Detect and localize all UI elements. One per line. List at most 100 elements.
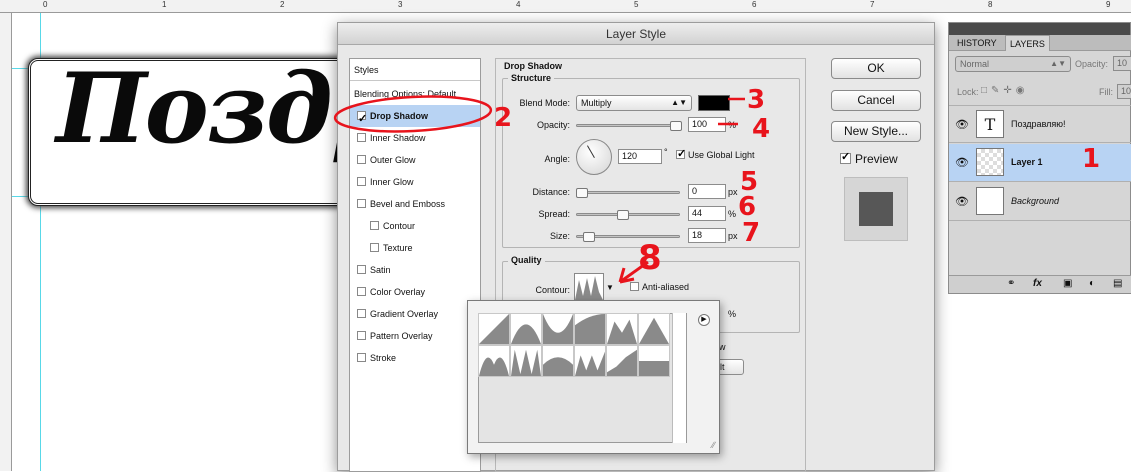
- contour-preset[interactable]: [638, 345, 670, 377]
- contour-thumbnail[interactable]: [574, 273, 604, 301]
- flyout-menu-icon[interactable]: ▶: [698, 314, 710, 326]
- size-slider[interactable]: [576, 232, 680, 242]
- opacity-input[interactable]: 100: [688, 117, 726, 132]
- style-item[interactable]: Color Overlay: [350, 281, 480, 303]
- checkbox-icon[interactable]: [357, 133, 366, 142]
- layer-row-layer1[interactable]: 👁 Layer 1: [949, 144, 1131, 182]
- checkbox-icon[interactable]: [357, 199, 366, 208]
- angle-label: Angle:: [544, 154, 570, 164]
- fx-icon[interactable]: fx: [1033, 278, 1042, 289]
- layer-row-background[interactable]: 👁 Background: [949, 183, 1131, 221]
- eye-icon[interactable]: 👁: [955, 195, 969, 208]
- style-item[interactable]: Gradient Overlay: [350, 303, 480, 325]
- contour-list-scrollbar[interactable]: [672, 313, 686, 443]
- contour-grid: [478, 313, 672, 377]
- contour-preset[interactable]: [574, 345, 606, 377]
- folder-icon[interactable]: ▤: [1113, 278, 1122, 289]
- preview-checkbox[interactable]: Preview: [840, 150, 898, 166]
- checkbox-icon[interactable]: [357, 331, 366, 340]
- style-item[interactable]: Pattern Overlay: [350, 325, 480, 347]
- distance-input[interactable]: 0: [688, 184, 726, 199]
- cancel-button[interactable]: Cancel: [831, 90, 921, 111]
- new-style-button[interactable]: New Style...: [831, 121, 921, 142]
- contour-preset[interactable]: [542, 345, 574, 377]
- opacity-slider-thumb[interactable]: [670, 121, 682, 131]
- ruler-tick: 0: [43, 0, 48, 9]
- adjustment-icon[interactable]: ◐: [1089, 278, 1095, 289]
- anti-aliased-checkbox[interactable]: Anti-aliased: [630, 282, 689, 293]
- style-item[interactable]: Texture: [350, 237, 480, 259]
- panel-titlebar[interactable]: [949, 23, 1130, 35]
- spread-slider-thumb[interactable]: [617, 210, 630, 220]
- checkbox-icon[interactable]: [357, 353, 366, 362]
- checkbox-icon[interactable]: [370, 221, 379, 230]
- contour-preset[interactable]: [606, 345, 638, 377]
- style-item[interactable]: Contour: [350, 215, 480, 237]
- checkbox-icon[interactable]: [357, 287, 366, 296]
- spread-slider[interactable]: [576, 210, 680, 220]
- ruler-tick: 2: [280, 0, 285, 9]
- contour-picker-popup: ▶ ∕∕: [467, 300, 720, 454]
- contour-preset[interactable]: [510, 313, 542, 345]
- contour-preset[interactable]: [510, 345, 542, 377]
- checkbox-checked-icon[interactable]: [676, 147, 686, 160]
- eye-icon[interactable]: 👁: [955, 118, 969, 131]
- distance-slider-thumb[interactable]: [576, 188, 588, 198]
- contour-preset[interactable]: [574, 313, 606, 345]
- checkbox-icon[interactable]: [370, 243, 379, 252]
- link-icon[interactable]: ⚭: [1007, 278, 1015, 289]
- resize-grip-icon[interactable]: ∕∕: [712, 440, 715, 450]
- tab-layers[interactable]: LAYERS: [1005, 35, 1050, 51]
- style-item[interactable]: Drop Shadow: [350, 105, 480, 127]
- checkbox-checked-icon[interactable]: [840, 150, 851, 164]
- contour-preset[interactable]: [542, 313, 574, 345]
- layer-blend-mode-select[interactable]: Normal ▲▼: [955, 56, 1071, 72]
- contour-dropdown-arrow-icon[interactable]: ▼: [606, 283, 614, 292]
- style-item[interactable]: Outer Glow: [350, 149, 480, 171]
- style-item[interactable]: Blending Options: Default: [350, 83, 480, 105]
- layers-footer: ⚭ fx ▣ ◐ ▤: [949, 275, 1131, 293]
- ok-button[interactable]: OK: [831, 58, 921, 79]
- distance-slider[interactable]: [576, 188, 680, 198]
- checkbox-icon[interactable]: [357, 309, 366, 318]
- left-ruler: [0, 13, 12, 471]
- contour-preset[interactable]: [478, 313, 510, 345]
- contour-preview-icon: [575, 276, 603, 300]
- style-item[interactable]: Satin: [350, 259, 480, 281]
- styles-header[interactable]: Styles: [350, 59, 480, 81]
- checkbox-icon[interactable]: [357, 177, 366, 186]
- checkbox-icon[interactable]: [630, 282, 639, 291]
- size-slider-thumb[interactable]: [582, 232, 595, 242]
- use-global-light-checkbox[interactable]: Use Global Light: [676, 147, 755, 161]
- contour-preset[interactable]: [606, 313, 638, 345]
- checkbox-checked-icon[interactable]: [357, 108, 367, 127]
- checkbox-icon[interactable]: [357, 265, 366, 274]
- checkbox-icon[interactable]: [357, 155, 366, 164]
- layer-row-text[interactable]: 👁 T Поздравляю!: [949, 105, 1131, 143]
- contour-preset[interactable]: [638, 313, 670, 345]
- style-item[interactable]: Inner Glow: [350, 171, 480, 193]
- ruler-tick: 1: [162, 0, 167, 9]
- fill-input[interactable]: 10: [1117, 84, 1131, 99]
- angle-input[interactable]: 120: [618, 149, 662, 164]
- updown-arrow-icon: ▲▼: [1050, 59, 1066, 68]
- size-input[interactable]: 18: [688, 228, 726, 243]
- mask-icon[interactable]: ▣: [1063, 278, 1072, 289]
- dialog-title[interactable]: Layer Style: [338, 23, 934, 45]
- style-item[interactable]: Stroke: [350, 347, 480, 369]
- opacity-slider[interactable]: [576, 121, 682, 131]
- updown-arrow-icon: ▲▼: [671, 98, 687, 107]
- style-item[interactable]: Bevel and Emboss: [350, 193, 480, 215]
- angle-dial[interactable]: [576, 139, 612, 175]
- layer-opacity-label: Opacity:: [1075, 59, 1109, 69]
- eye-icon[interactable]: 👁: [955, 156, 969, 169]
- style-item[interactable]: Inner Shadow: [350, 127, 480, 149]
- layer-opacity-input[interactable]: 10: [1113, 56, 1131, 71]
- style-item-label: Outer Glow: [370, 155, 416, 165]
- spread-input[interactable]: 44: [688, 206, 726, 221]
- contour-preset[interactable]: [478, 345, 510, 377]
- lock-icons[interactable]: □✎✛◉: [981, 85, 1029, 96]
- blend-mode-select[interactable]: Multiply ▲▼: [576, 95, 692, 111]
- tab-history[interactable]: HISTORY: [953, 35, 1001, 51]
- shadow-color-swatch[interactable]: [698, 95, 730, 111]
